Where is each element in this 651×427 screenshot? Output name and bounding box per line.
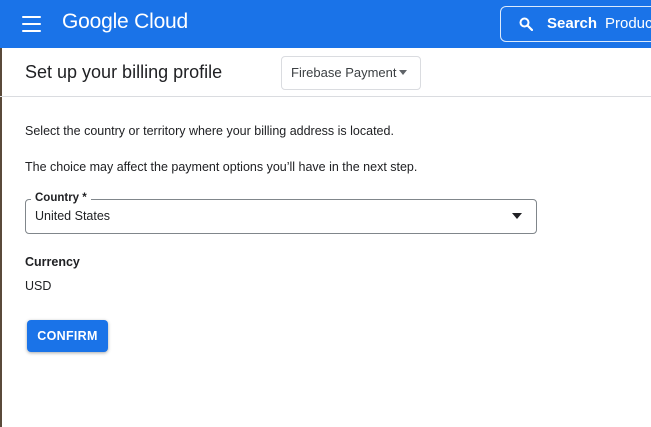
note-text: The choice may affect the payment option… (25, 160, 418, 174)
left-edge-divider (0, 48, 2, 427)
google-cloud-logo[interactable]: Google Cloud (62, 10, 188, 34)
confirm-button[interactable]: CONFIRM (27, 320, 108, 352)
country-select[interactable]: Country * United States (25, 192, 537, 234)
search-placeholder: Produc (605, 15, 651, 32)
hamburger-menu-icon[interactable] (14, 12, 50, 36)
search-icon (519, 17, 533, 31)
dropdown-arrow-icon (512, 213, 522, 219)
billing-account-select[interactable]: Firebase Payment (281, 56, 421, 90)
currency-label: Currency (25, 255, 80, 269)
country-label: Country * (31, 192, 91, 204)
billing-setup-page: Google Cloud Search Produc Set up your b… (0, 0, 651, 427)
page-title: Set up your billing profile (25, 62, 223, 82)
intro-text: Select the country or territory where yo… (25, 124, 394, 138)
top-app-bar: Google Cloud Search Produc (0, 0, 651, 48)
caret-down-icon (399, 70, 407, 75)
billing-account-selected: Firebase Payment (291, 65, 397, 80)
currency-value: USD (25, 279, 52, 293)
page-header: Set up your billing profile Firebase Pay… (0, 48, 651, 97)
country-value: United States (35, 209, 111, 223)
search-box[interactable]: Search Produc (500, 6, 651, 42)
search-label: Search (547, 15, 598, 32)
